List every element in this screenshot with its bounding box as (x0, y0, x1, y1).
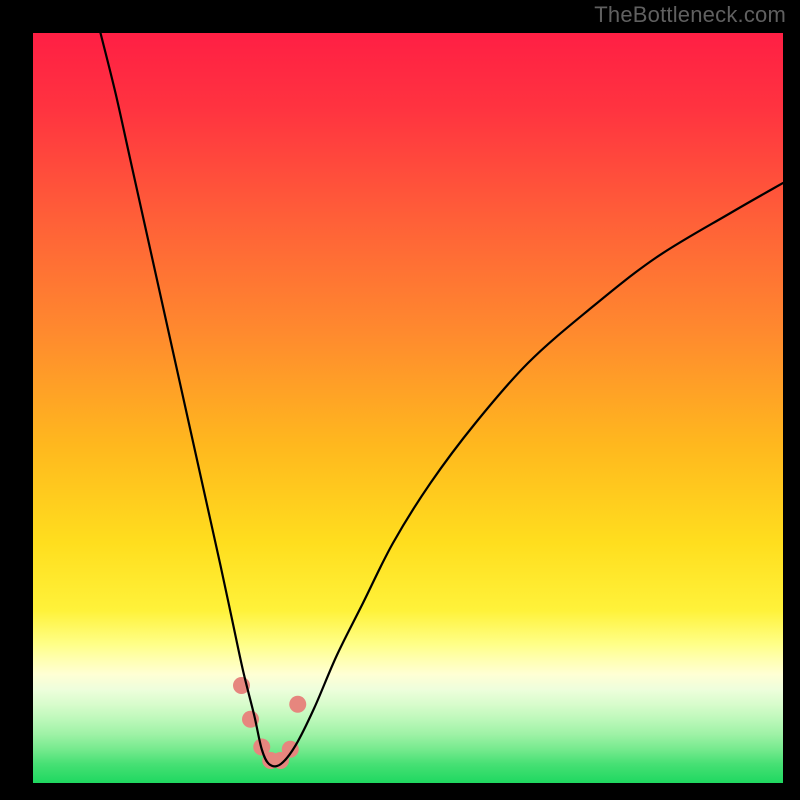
plot-area (33, 33, 783, 783)
chart-frame: TheBottleneck.com (0, 0, 800, 800)
watermark-text: TheBottleneck.com (594, 2, 786, 28)
marker-point (289, 696, 306, 713)
marker-points (233, 677, 306, 769)
bottleneck-curve (101, 33, 784, 766)
curve-layer (33, 33, 783, 783)
